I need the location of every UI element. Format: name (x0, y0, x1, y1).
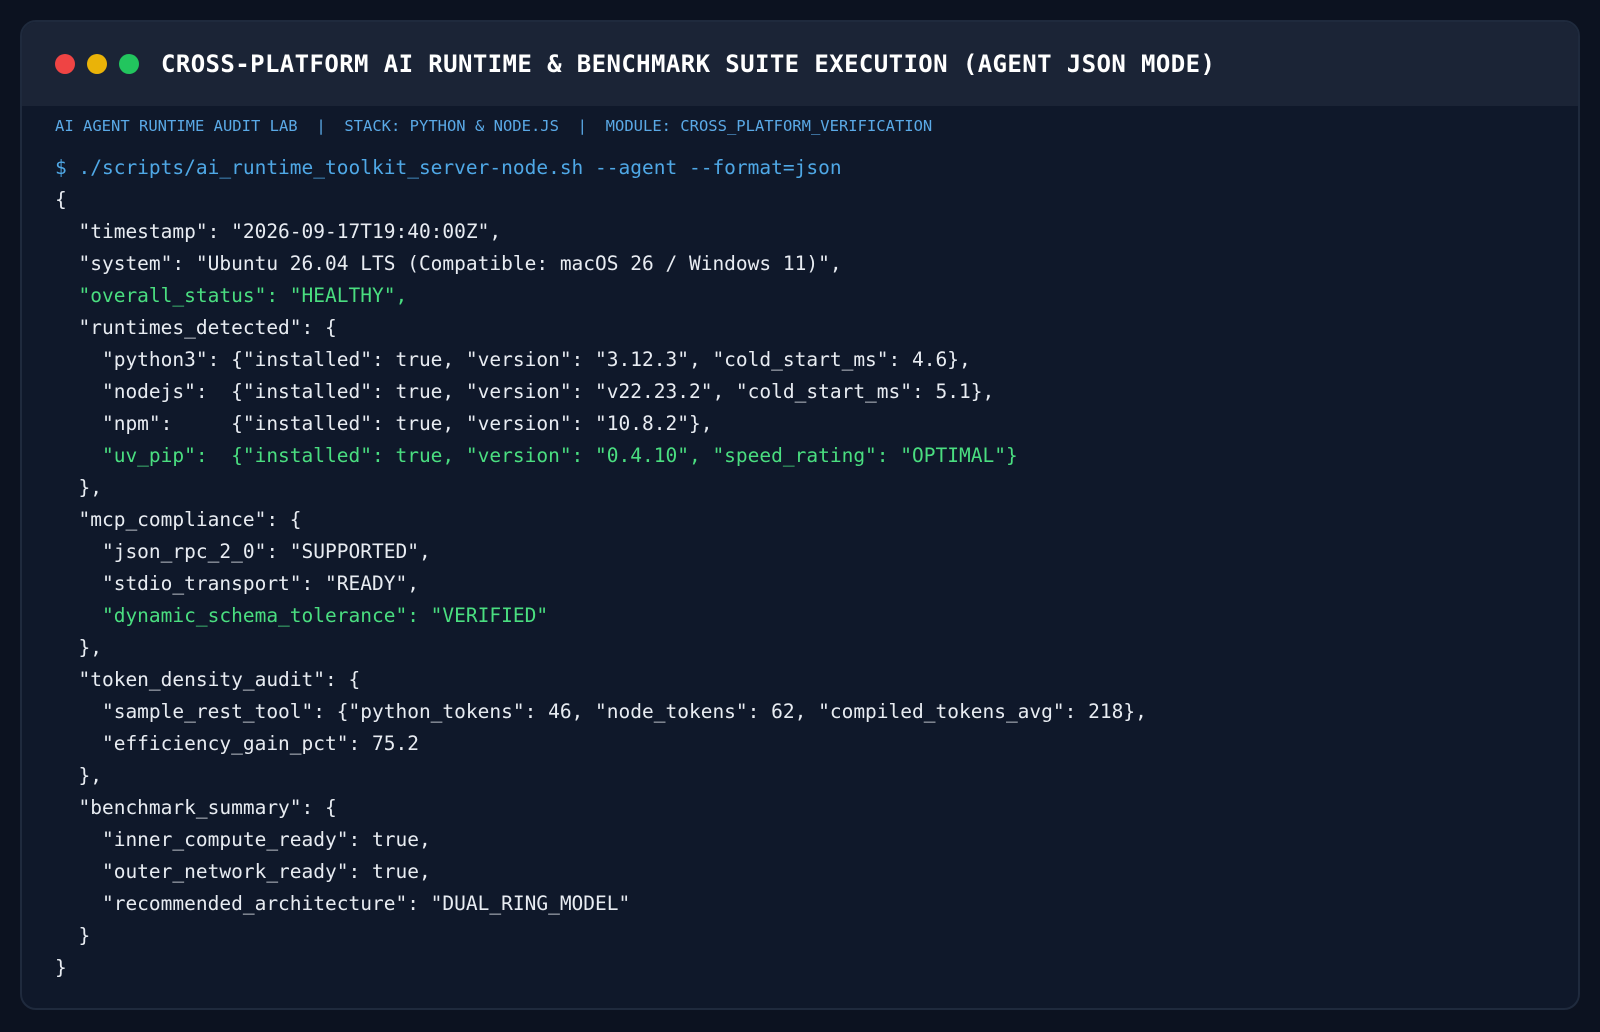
output-line: "python3": {"installed": true, "version"… (55, 348, 971, 371)
output-line: "system": "Ubuntu 26.04 LTS (Compatible:… (55, 252, 842, 275)
subheader-separator: | (316, 117, 326, 135)
window-title: CROSS-PLATFORM AI RUNTIME & BENCHMARK SU… (161, 50, 1216, 78)
output-line: "overall_status": "HEALTHY", (55, 284, 408, 307)
output-line: } (55, 956, 67, 979)
output-line: }, (55, 476, 102, 499)
command-line: $ ./scripts/ai_runtime_toolkit_server-no… (55, 156, 842, 179)
output-line: "uv_pip": {"installed": true, "version":… (55, 444, 1018, 467)
output-line: "timestamp": "2026-09-17T19:40:00Z", (55, 220, 502, 243)
subheader-separator: | (577, 117, 587, 135)
output-line: "token_density_audit": { (55, 668, 361, 691)
minimize-button[interactable] (87, 54, 107, 74)
output-line: "dynamic_schema_tolerance": "VERIFIED" (55, 604, 549, 627)
output-line: "nodejs": {"installed": true, "version":… (55, 380, 995, 403)
output-line: "sample_rest_tool": {"python_tokens": 46… (55, 700, 1147, 723)
subheader: AI AGENT RUNTIME AUDIT LAB | STACK: PYTH… (55, 116, 1578, 136)
subheader-stack: STACK: PYTHON & NODE.JS (344, 117, 559, 135)
terminal-window: CROSS-PLATFORM AI RUNTIME & BENCHMARK SU… (20, 20, 1580, 1010)
output-line: "stdio_transport": "READY", (55, 572, 419, 595)
output-line: "npm": {"installed": true, "version": "1… (55, 412, 713, 435)
subheader-lab: AI AGENT RUNTIME AUDIT LAB (55, 117, 298, 135)
output-line: }, (55, 636, 102, 659)
title-bar: CROSS-PLATFORM AI RUNTIME & BENCHMARK SU… (22, 22, 1578, 106)
output-line: "runtimes_detected": { (55, 316, 337, 339)
output-line: "benchmark_summary": { (55, 796, 337, 819)
close-button[interactable] (55, 54, 75, 74)
output-line: { (55, 188, 67, 211)
output-line: "inner_compute_ready": true, (55, 828, 431, 851)
json-output: { "timestamp": "2026-09-17T19:40:00Z", "… (55, 184, 1578, 984)
output-line: "mcp_compliance": { (55, 508, 302, 531)
maximize-button[interactable] (119, 54, 139, 74)
output-line: "outer_network_ready": true, (55, 860, 431, 883)
subheader-module: MODULE: CROSS_PLATFORM_VERIFICATION (605, 117, 933, 135)
terminal-body[interactable]: AI AGENT RUNTIME AUDIT LAB | STACK: PYTH… (22, 116, 1578, 984)
output-line: "json_rpc_2_0": "SUPPORTED", (55, 540, 431, 563)
output-line: }, (55, 764, 102, 787)
output-line: "efficiency_gain_pct": 75.2 (55, 732, 419, 755)
output-line: } (55, 924, 91, 947)
output-line: "recommended_architecture": "DUAL_RING_M… (55, 892, 631, 915)
